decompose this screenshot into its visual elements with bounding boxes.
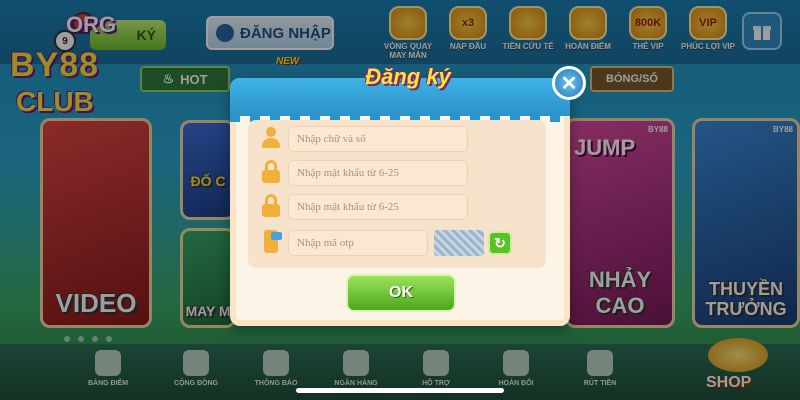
nav-label: NGÂN HÀNG [334,380,378,387]
facebook-icon [183,350,209,376]
logo-name-bottom: CLUB [16,86,94,117]
refund-points-button[interactable]: HOÀN ĐIỂM [560,6,616,60]
game-subtitle: JUMP [574,135,636,160]
vip-benefits-button[interactable]: VIP PHÚC LỢI VIP [680,6,736,60]
user-icon [260,126,282,150]
bank-icon [343,350,369,376]
new-badge: NEW [276,56,300,67]
support-icon [423,350,449,376]
nav-thong-bao[interactable]: THÔNG BÁO [246,350,306,387]
nav-label: RÚT TIỀN [583,380,617,387]
logo-name-top: BY88 [10,46,100,84]
shop-button[interactable]: SHOP [692,338,792,396]
wheel-icon [389,6,427,40]
close-button[interactable]: ✕ [552,66,586,100]
otp-field[interactable]: Nhập mã otp [288,230,428,256]
ok-button[interactable]: OK [346,274,456,312]
refresh-icon: ↻ [494,234,506,251]
nav-ngan-hang[interactable]: NGÂN HÀNG [326,350,386,387]
exchange-icon [503,350,529,376]
user-icon [216,24,234,42]
nav-hoan-doi[interactable]: HOÀN ĐỔI [486,350,546,387]
game-title: MAY M [185,303,231,319]
confirm-password-field[interactable]: Nhập mật khẩu từ 6-25 [288,194,468,220]
register-form: Nhập chữ và số Nhập mật khẩu từ 6-25 Nhậ… [248,120,546,268]
tab-bong-so-label: BÓNG/SỐ [606,73,658,85]
tab-hot-label: HOT [180,71,208,87]
nav-rut-tien[interactable]: RÚT TIỀN [570,350,630,387]
lucky-wheel-label: VÒNG QUAY MAY MẮN [383,42,433,60]
promo-icons: VÒNG QUAY MAY MẮN x3 NẠP ĐẦU TIỀN CỨU TẾ … [380,6,736,60]
x3-icon: x3 [449,6,487,40]
game-title: VIDEO [55,288,137,318]
game-card-video[interactable]: VIDEO [40,118,152,328]
game-card-nhay-cao[interactable]: BY88 JUMP NHẢY CAO [565,118,675,328]
carousel-dots [64,336,112,342]
gift-icon [753,26,771,40]
relief-money-button[interactable]: TIỀN CỨU TẾ [500,6,556,60]
relief-money-label: TIỀN CỨU TẾ [502,42,554,51]
nav-label: CỘNG ĐỒNG [174,380,218,387]
game-title: ĐỔ C [190,173,226,189]
nav-ho-tro[interactable]: HỖ TRỢ [406,350,466,387]
phone-otp-icon [260,230,282,254]
nav-cong-dong[interactable]: CỘNG ĐỒNG [166,350,226,387]
fire-icon: ♨ [162,71,175,86]
game-title: THUYỀN TRƯỞNG [705,279,787,319]
lock-icon [260,194,282,218]
lucky-wheel-button[interactable]: VÒNG QUAY MAY MẮN [380,6,436,60]
medal-icon [95,350,121,376]
vip-card-icon: 800K [629,6,667,40]
vip-card-label: THẺ VIP [632,42,664,51]
refund-points-label: HOÀN ĐIỂM [565,42,611,51]
refresh-captcha-button[interactable]: ↻ [488,231,512,255]
megaphone-icon [263,350,289,376]
coins-icon [708,338,768,372]
gift-button[interactable] [742,12,782,50]
first-deposit-button[interactable]: x3 NẠP ĐẦU [440,6,496,60]
brand-tag: BY88 [647,125,668,134]
brand-tag: BY88 [772,125,793,134]
home-indicator [296,388,504,393]
password-field[interactable]: Nhập mật khẩu từ 6-25 [288,160,468,186]
nav-label: HOÀN ĐỔI [498,380,534,387]
vip-icon: VIP [689,6,727,40]
game-card-thuyen-truong[interactable]: BY88 THUYỀN TRƯỞNG [692,118,800,328]
tab-hot[interactable]: ♨ HOT [140,66,230,92]
withdraw-icon [587,350,613,376]
nav-label: THÔNG BÁO [254,380,298,387]
star-icon [569,6,607,40]
game-card-do-co[interactable]: ĐỔ C [180,120,236,220]
money-icon [509,6,547,40]
brand-logo: 9 13 ORG BY88 CLUB [10,6,140,117]
login-label: ĐĂNG NHẬP [240,24,331,42]
logo-org: ORG [66,12,117,37]
nav-label: HỖ TRỢ [422,380,450,387]
captcha-image [434,230,484,256]
close-icon: ✕ [560,72,578,95]
game-title: NHẢY CAO [588,267,652,318]
vip-benefits-label: PHÚC LỢI VIP [681,42,735,51]
first-deposit-label: NẠP ĐẦU [449,42,487,51]
login-button[interactable]: ĐĂNG NHẬP [206,16,334,50]
game-card-may-man[interactable]: MAY M [180,228,236,328]
register-dialog: Đăng ký ✕ Nhập chữ và số Nhập mật khẩu t… [230,64,586,326]
vip-card-button[interactable]: 800K THẺ VIP [620,6,676,60]
tab-bong-so[interactable]: BÓNG/SỐ [590,66,674,92]
shop-label: SHOP [706,374,752,391]
dialog-title: Đăng ký [365,64,451,89]
lock-icon [260,160,282,184]
username-field[interactable]: Nhập chữ và số [288,126,468,152]
nav-bang-diem[interactable]: BẢNG ĐIỂM [78,350,138,387]
nav-label: BẢNG ĐIỂM [87,380,129,387]
